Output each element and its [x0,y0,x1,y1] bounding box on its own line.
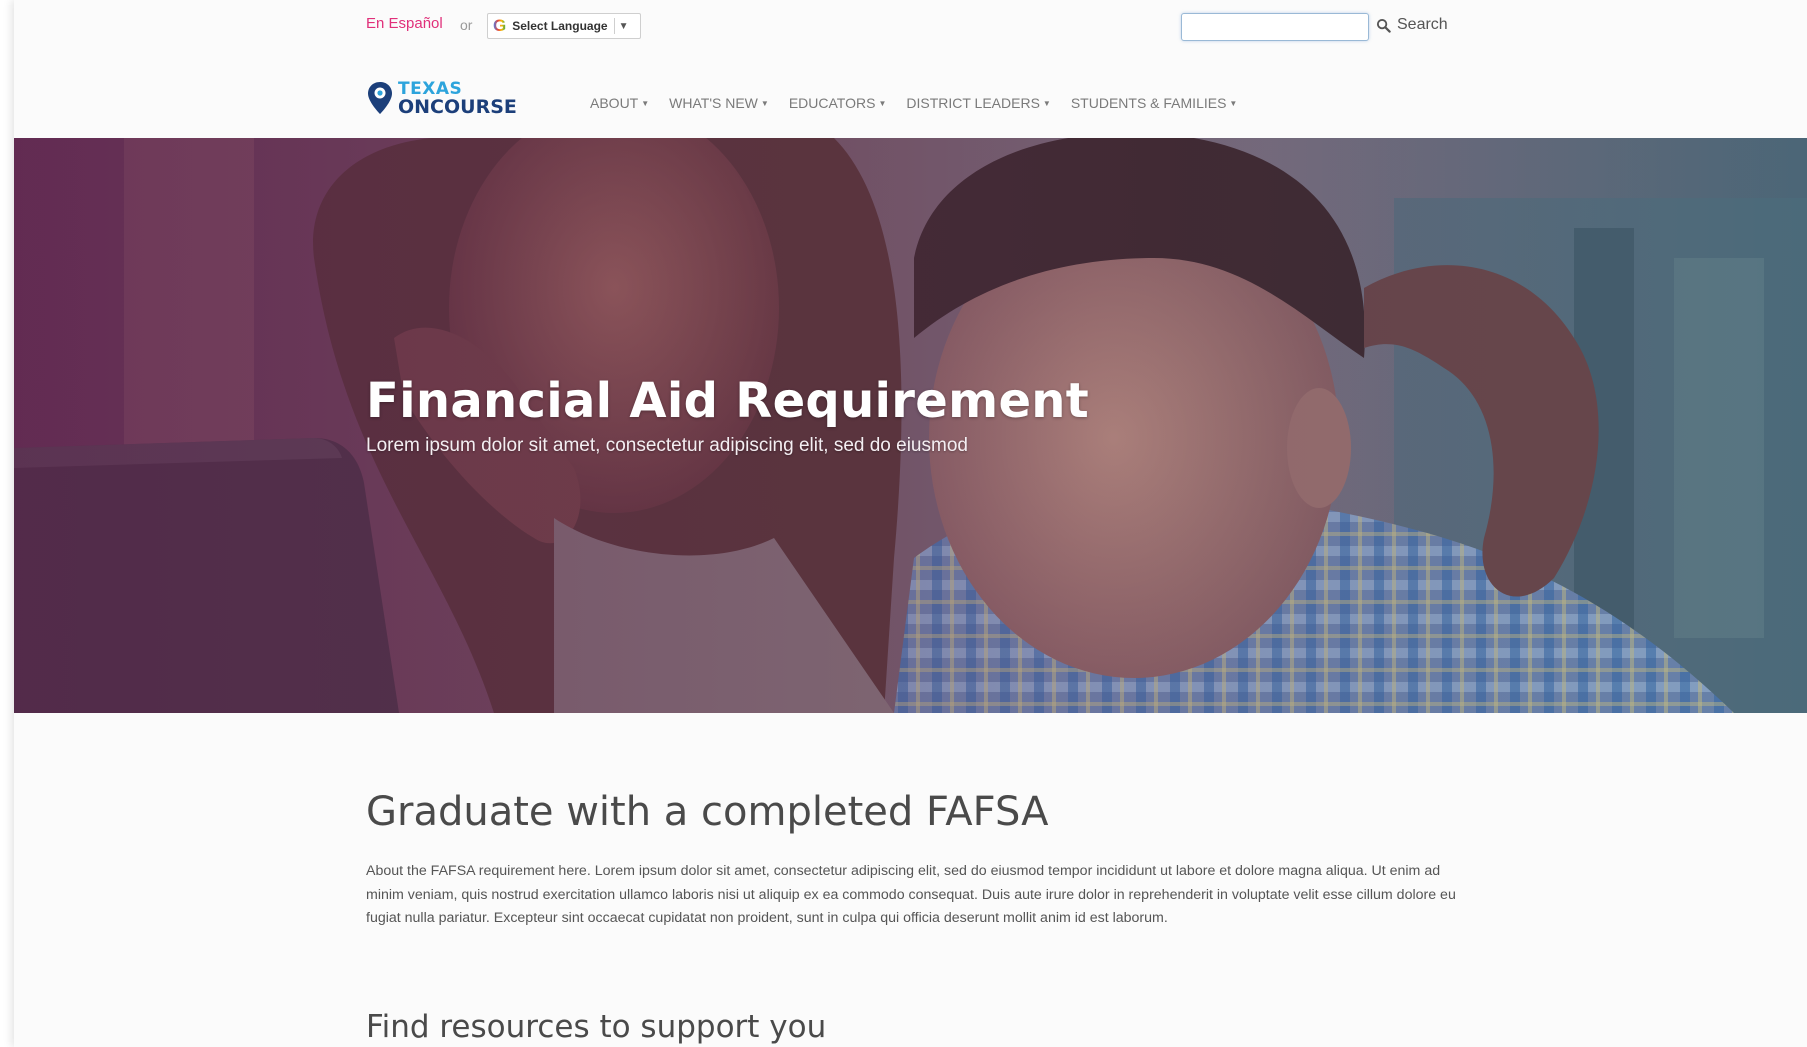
nav-menu: ABOUT ▼ WHAT'S NEW ▼ EDUCATORS ▼ DISTRICT L… [590,95,1257,111]
google-icon: G [493,16,507,35]
nav-item-students-families[interactable]: STUDENTS & FAMILIES ▼ [1071,95,1238,111]
language-select-divider [613,18,615,34]
resources-heading: Find resources to support you [366,1009,827,1045]
caret-down-icon: ▼ [878,99,887,108]
nav-item-label: DISTRICT LEADERS [906,95,1040,111]
section-body-text: About the FAFSA requirement here. Lorem … [366,863,1456,926]
language-select[interactable]: G Select Language ▼ [487,13,641,39]
language-select-label: Select Language [512,19,608,33]
caret-down-icon: ▼ [1229,99,1238,108]
en-espanol-link[interactable]: En Español [366,15,443,32]
section-heading: Graduate with a completed FAFSA [366,789,1049,835]
hero-banner: Financial Aid Requirement Lorem ipsum do… [14,138,1807,713]
hero-title: Financial Aid Requirement [366,373,1090,429]
nav-item-label: WHAT'S NEW [669,95,758,111]
nav-item-district-leaders[interactable]: DISTRICT LEADERS ▼ [906,95,1050,111]
nav-item-about[interactable]: ABOUT ▼ [590,95,649,111]
nav-item-whats-new[interactable]: WHAT'S NEW ▼ [669,95,769,111]
logo-line-2: ONCOURSE [398,96,517,118]
texas-oncourse-logo[interactable]: TEXAS ONCOURSE [366,80,517,118]
caret-down-icon: ▼ [760,99,769,108]
nav-item-educators[interactable]: EDUCATORS ▼ [789,95,887,111]
caret-down-icon: ▼ [618,20,629,32]
search-input[interactable] [1181,13,1369,41]
caret-down-icon: ▼ [641,99,650,108]
nav-item-label: STUDENTS & FAMILIES [1070,95,1227,111]
utility-bar: En Español or G Select Language ▼ Search [14,0,1807,52]
search-button-label: Search [1397,16,1448,33]
search-icon [1376,18,1391,33]
main-nav: TEXAS ONCOURSE ABOUT ▼ WHAT'S NEW ▼ EDUCAT… [14,68,1807,138]
search-button[interactable]: Search [1376,16,1448,34]
hero-subtitle: Lorem ipsum dolor sit amet, consectetur … [366,435,968,456]
caret-down-icon: ▼ [1042,99,1051,108]
nav-item-label: EDUCATORS [788,95,876,111]
page: En Español or G Select Language ▼ Search [14,0,1807,1047]
or-text: or [460,17,473,33]
map-pin-icon [368,82,392,114]
nav-item-label: ABOUT [590,95,639,111]
